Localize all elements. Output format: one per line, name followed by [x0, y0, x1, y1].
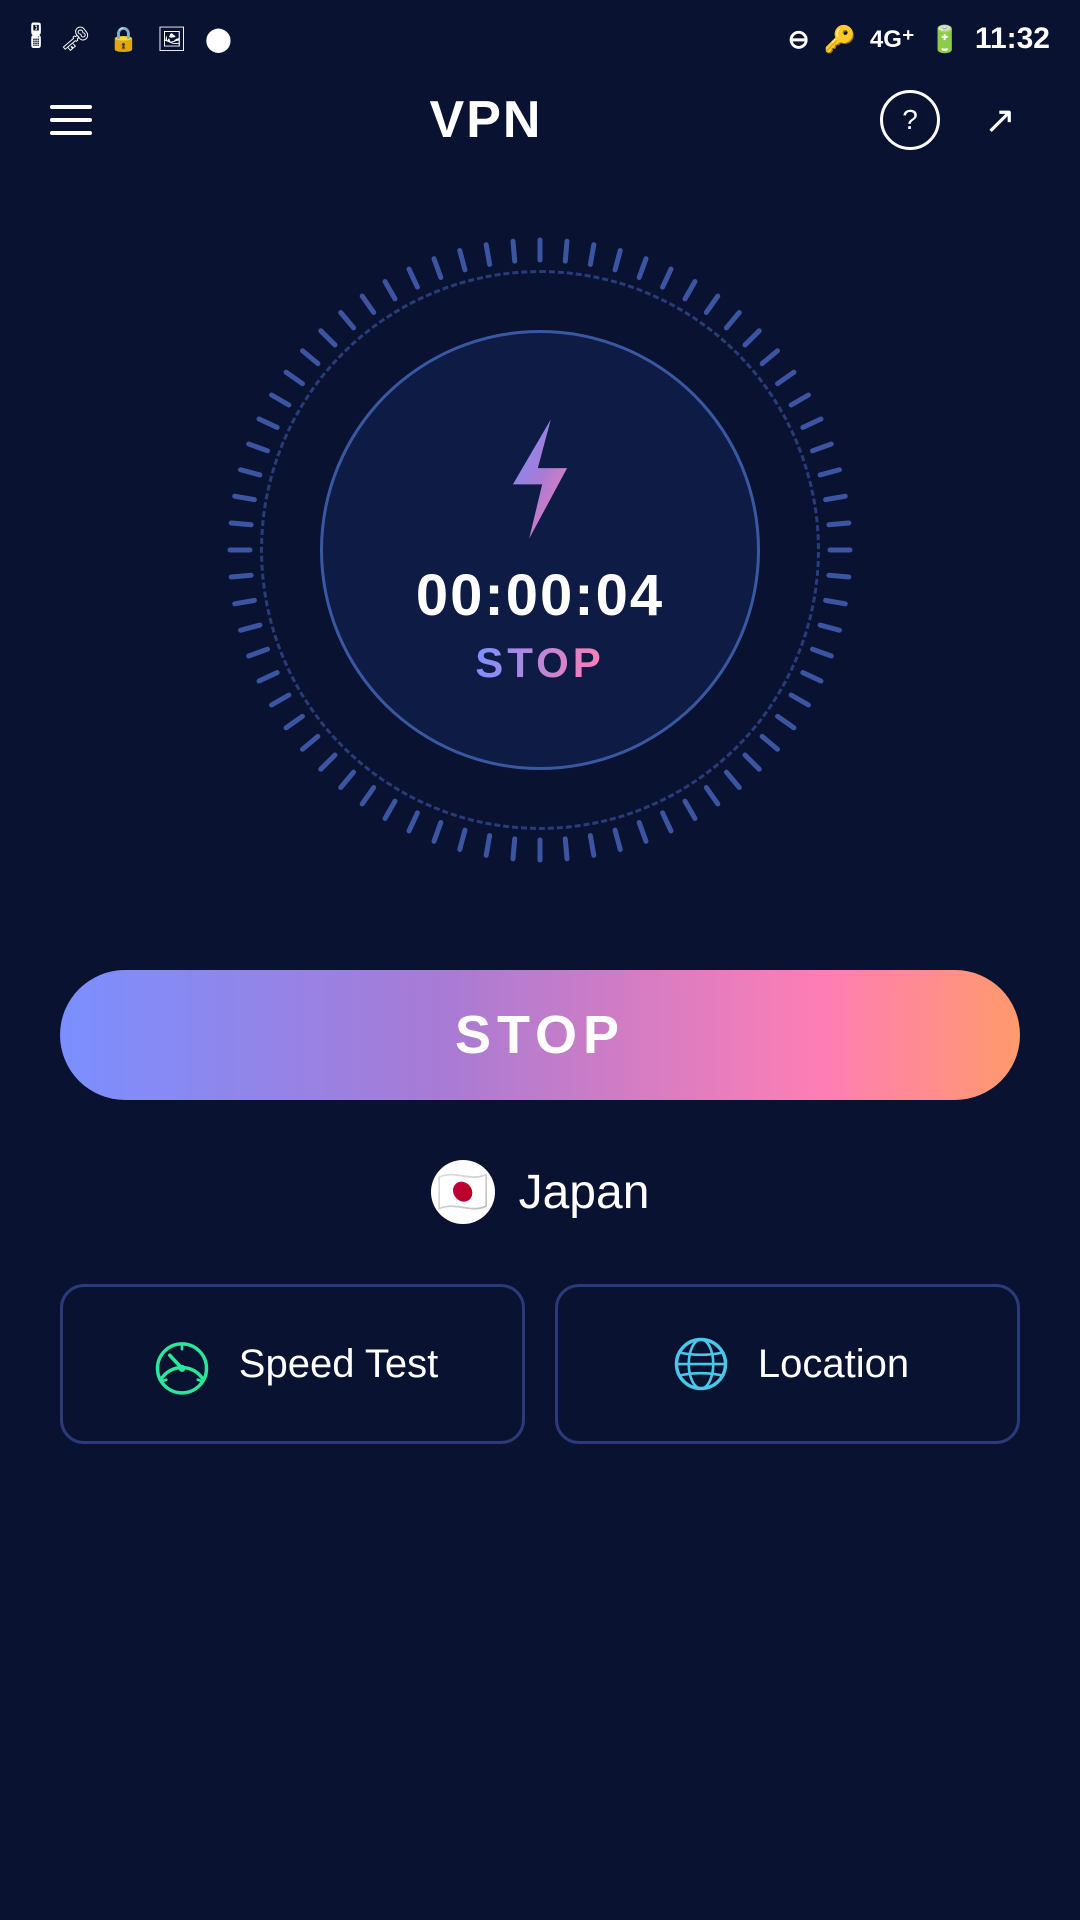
- status-left-icons: 🖁 🗝 🔒 🖼 ⬤: [30, 19, 232, 60]
- app-title: VPN: [430, 90, 543, 150]
- speed-test-label: Speed Test: [239, 1342, 438, 1387]
- location-button[interactable]: Location: [555, 1284, 1020, 1444]
- vpn-stop-label: STOP: [475, 639, 605, 687]
- battery-icon: 🔋: [929, 24, 961, 55]
- speedometer-icon: [147, 1329, 217, 1399]
- lock-icon: 🔒: [109, 25, 139, 54]
- vpn-inner-circle-wrap: 00:00:04 STOP: [320, 330, 760, 770]
- header-actions: ? ↗: [880, 90, 1030, 150]
- status-right-icons: ⊖ 🔑 4G⁺ 🔋 11:32: [788, 22, 1050, 56]
- image-icon: 🖼: [156, 25, 186, 54]
- app-header: VPN ? ↗: [0, 70, 1080, 170]
- key-icon: 🗝: [60, 25, 90, 54]
- vpn-circle-area: // Rendered below via JS after page load…: [0, 170, 1080, 930]
- vpn-key-icon: 🔑: [823, 24, 855, 55]
- share-icon: ↗: [984, 98, 1016, 143]
- status-bar: 🖁 🗝 🔒 🖼 ⬤ ⊖ 🔑 4G⁺ 🔋 11:32: [0, 0, 1080, 70]
- minus-circle-icon: ⊖: [788, 24, 810, 55]
- lightning-bolt-icon: [480, 414, 600, 544]
- menu-button[interactable]: [50, 105, 92, 135]
- sim-icon: 🖁: [30, 19, 42, 60]
- location-label: Location: [758, 1342, 909, 1387]
- clock: 11:32: [975, 22, 1050, 56]
- dot-icon: ⬤: [205, 25, 232, 54]
- action-buttons: Speed Test Location: [0, 1284, 1080, 1444]
- question-icon: ?: [902, 104, 918, 136]
- globe-icon: [666, 1329, 736, 1399]
- help-button[interactable]: ?: [880, 90, 940, 150]
- flag-emoji: 🇯🇵: [436, 1168, 488, 1217]
- speed-test-button[interactable]: Speed Test: [60, 1284, 525, 1444]
- country-row: 🇯🇵 Japan: [0, 1160, 1080, 1224]
- country-name: Japan: [519, 1165, 650, 1220]
- vpn-timer: 00:00:04: [416, 562, 664, 629]
- stop-button[interactable]: STOP: [60, 970, 1020, 1100]
- signal-icon: 4G⁺: [870, 25, 915, 54]
- share-button[interactable]: ↗: [970, 90, 1030, 150]
- vpn-power-button[interactable]: 00:00:04 STOP: [320, 330, 760, 770]
- stop-button-wrap: STOP: [0, 970, 1080, 1100]
- country-flag: 🇯🇵: [431, 1160, 495, 1224]
